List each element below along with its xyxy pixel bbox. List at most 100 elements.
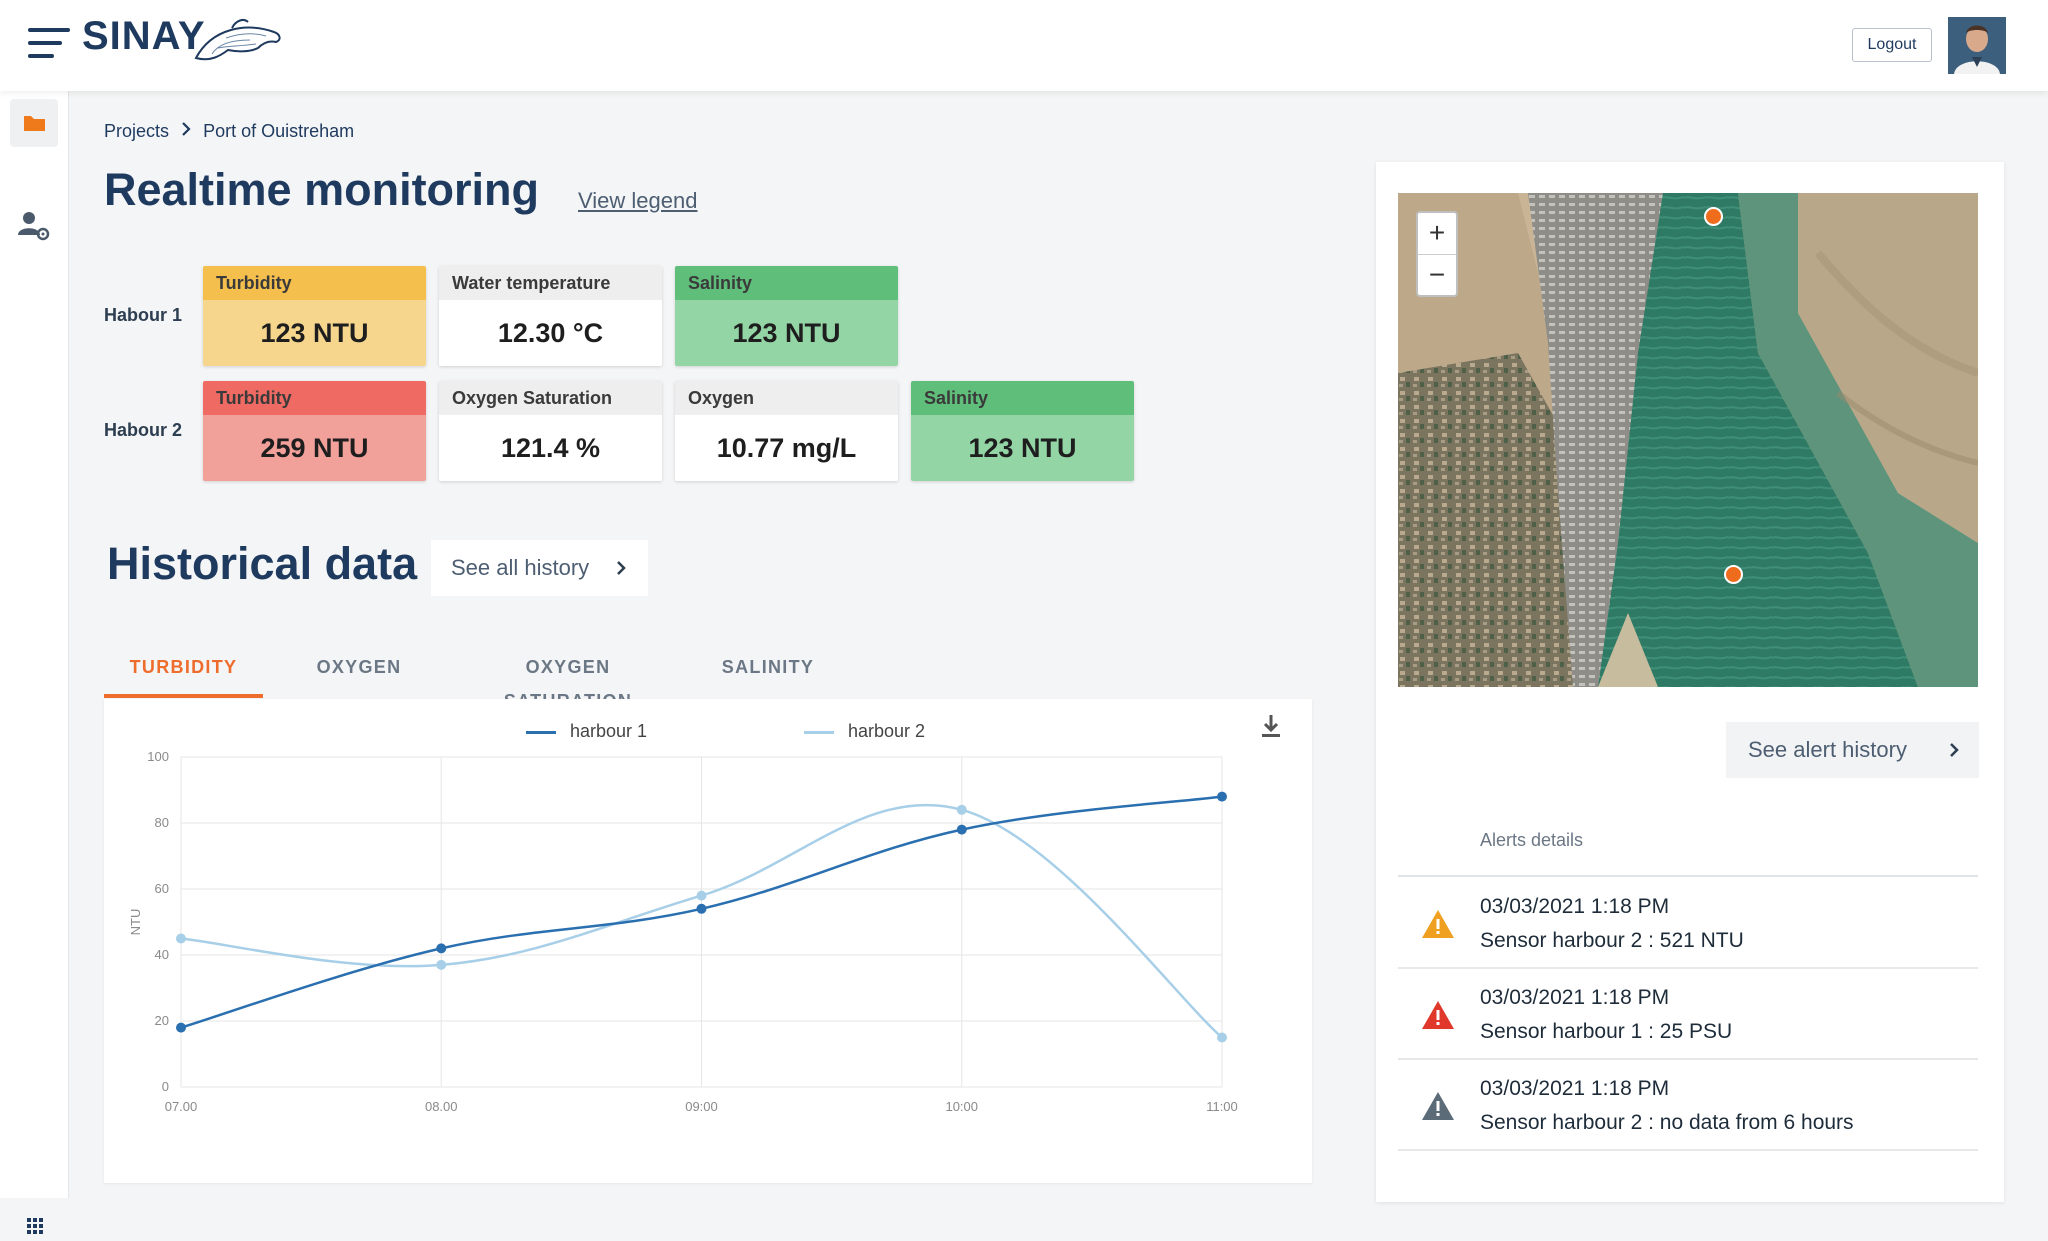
y-axis-label: NTU bbox=[128, 909, 143, 936]
tile-title: Salinity bbox=[911, 381, 1134, 415]
view-legend-link[interactable]: View legend bbox=[578, 188, 697, 214]
tile-value: 123 NTU bbox=[675, 300, 898, 366]
data-point-harbour-2 bbox=[436, 959, 447, 970]
alerts-details-title: Alerts details bbox=[1480, 830, 1584, 850]
brand-logo-text: SINAY bbox=[82, 14, 206, 58]
chart-card: harbour 1 harbour 2 0 20 40 60 80 100 07.00 08.… bbox=[104, 699, 1312, 1183]
legend-harbour-1[interactable]: harbour 1 bbox=[526, 721, 647, 742]
alert-date: 03/03/2021 1:18 PM bbox=[1480, 986, 1670, 1009]
tile-title: Salinity bbox=[675, 266, 898, 300]
tile-title: Turbidity bbox=[203, 266, 426, 300]
tile-value: 12.30 °C bbox=[439, 300, 662, 366]
alert-item[interactable]: 03/03/2021 1:18 PM Sensor harbour 2 : 52… bbox=[1398, 877, 1978, 969]
legend-swatch bbox=[526, 730, 556, 734]
tile-harbour-2-turbidity[interactable]: Turbidity 259 NTU bbox=[203, 381, 426, 481]
legend-harbour-2[interactable]: harbour 2 bbox=[804, 721, 925, 742]
sidebar-item-projects[interactable] bbox=[10, 99, 58, 147]
error-icon bbox=[1422, 1001, 1454, 1029]
zoom-control: + − bbox=[1416, 211, 1458, 297]
data-point-harbour-2 bbox=[696, 890, 707, 901]
data-point-harbour-1 bbox=[436, 943, 447, 954]
alert-item[interactable]: 03/03/2021 1:18 PM Sensor harbour 1 : 25… bbox=[1398, 968, 1978, 1060]
see-all-history-button[interactable]: See all history bbox=[431, 540, 648, 596]
tile-value: 123 NTU bbox=[911, 415, 1134, 481]
tab-salinity[interactable]: SALINITY bbox=[716, 650, 820, 698]
tile-harbour-1-turbidity[interactable]: Turbidity 123 NTU bbox=[203, 266, 426, 366]
line-chart: 0 20 40 60 80 100 07.00 08.00 09:00 10:00 11:00 NTU bbox=[128, 749, 1238, 1114]
sidebar-item-apps[interactable] bbox=[25, 1216, 45, 1241]
tile-harbour-2-salinity[interactable]: Salinity 123 NTU bbox=[911, 381, 1134, 481]
sidebar-item-user-settings[interactable] bbox=[16, 207, 52, 248]
historical-title: Historical data bbox=[107, 538, 418, 589]
no-data-icon bbox=[1422, 1092, 1454, 1120]
chevron-right-icon bbox=[614, 540, 628, 617]
legend-swatch bbox=[804, 730, 834, 734]
see-alert-history-label: See alert history bbox=[1748, 737, 1907, 762]
tile-value: 123 NTU bbox=[203, 300, 426, 366]
tab-oxygen[interactable]: OXYGEN bbox=[304, 650, 414, 698]
data-point-harbour-1 bbox=[176, 1022, 186, 1033]
data-point-harbour-1 bbox=[1217, 791, 1227, 802]
dolphin-logo-icon bbox=[194, 19, 281, 61]
map[interactable]: + − bbox=[1398, 193, 1978, 687]
right-panel: + − See alert history Alerts details 03/… bbox=[1376, 162, 2004, 1202]
tile-title: Oxygen bbox=[675, 381, 898, 415]
data-point-harbour-1 bbox=[956, 824, 967, 835]
tile-harbour-1-water-temperature[interactable]: Water temperature 12.30 °C bbox=[439, 266, 662, 366]
harbour-1-label: Habour 1 bbox=[104, 305, 183, 325]
map-marker-harbour-1[interactable] bbox=[1704, 207, 1723, 226]
top-bar: SINAY Logout bbox=[0, 0, 2048, 91]
y-tick-label: 20 bbox=[155, 1013, 169, 1028]
tile-title: Oxygen Saturation bbox=[439, 381, 662, 415]
chevron-right-icon bbox=[180, 121, 192, 142]
tab-turbidity[interactable]: TURBIDITY bbox=[104, 650, 263, 698]
y-tick-label: 0 bbox=[162, 1079, 169, 1094]
apps-grid-icon bbox=[27, 1218, 43, 1234]
see-alert-history-button[interactable]: See alert history bbox=[1726, 722, 1979, 778]
zoom-out-button[interactable]: − bbox=[1418, 255, 1456, 296]
alert-item[interactable]: 03/03/2021 1:18 PM Sensor harbour 2 : no… bbox=[1398, 1059, 1978, 1151]
tile-title: Turbidity bbox=[203, 381, 426, 415]
legend-label: harbour 2 bbox=[848, 721, 926, 741]
alert-date: 03/03/2021 1:18 PM bbox=[1480, 1077, 1670, 1100]
tile-value: 121.4 % bbox=[439, 415, 662, 481]
logout-button[interactable]: Logout bbox=[1852, 28, 1932, 62]
legend-label: harbour 1 bbox=[570, 721, 648, 741]
tile-value: 10.77 mg/L bbox=[675, 415, 898, 481]
chevron-right-icon bbox=[1947, 722, 1961, 799]
x-tick-label: 11:00 bbox=[1206, 1099, 1238, 1114]
user-settings-icon bbox=[18, 212, 50, 241]
alert-message: Sensor harbour 1 : 25 PSU bbox=[1480, 1020, 1733, 1043]
x-tick-label: 09:00 bbox=[685, 1099, 718, 1114]
download-icon[interactable] bbox=[1256, 711, 1286, 741]
breadcrumb-projects[interactable]: Projects bbox=[104, 121, 169, 141]
tile-harbour-2-oxygen[interactable]: Oxygen 10.77 mg/L bbox=[675, 381, 898, 481]
tile-harbour-2-oxygen-saturation[interactable]: Oxygen Saturation 121.4 % bbox=[439, 381, 662, 481]
data-point-harbour-2 bbox=[176, 933, 186, 944]
avatar[interactable] bbox=[1948, 17, 2006, 74]
page-title: Realtime monitoring bbox=[104, 164, 540, 215]
data-point-harbour-2 bbox=[956, 804, 967, 815]
y-tick-label: 80 bbox=[155, 815, 169, 830]
breadcrumb: Projects Port of Ouistreham bbox=[104, 120, 354, 142]
data-point-harbour-1 bbox=[696, 903, 707, 914]
tile-value: 259 NTU bbox=[203, 415, 426, 481]
tile-title: Water temperature bbox=[439, 266, 662, 300]
data-point-harbour-2 bbox=[1217, 1032, 1227, 1043]
y-tick-label: 40 bbox=[155, 947, 169, 962]
map-marker-harbour-2[interactable] bbox=[1724, 565, 1743, 584]
alert-message: Sensor harbour 2 : no data from 6 hours bbox=[1480, 1111, 1854, 1134]
x-tick-label: 10:00 bbox=[945, 1099, 978, 1114]
tile-harbour-1-salinity[interactable]: Salinity 123 NTU bbox=[675, 266, 898, 366]
y-tick-label: 100 bbox=[147, 749, 169, 764]
tab-oxygen-saturation[interactable]: OXYGEN SATURATION bbox=[460, 650, 676, 711]
x-tick-label: 07.00 bbox=[165, 1099, 198, 1114]
alert-message: Sensor harbour 2 : 521 NTU bbox=[1480, 929, 1744, 952]
harbour-2-label: Habour 2 bbox=[104, 420, 183, 440]
zoom-in-button[interactable]: + bbox=[1418, 213, 1456, 255]
alert-date: 03/03/2021 1:18 PM bbox=[1480, 895, 1670, 918]
breadcrumb-current[interactable]: Port of Ouistreham bbox=[203, 121, 354, 141]
menu-icon[interactable] bbox=[28, 28, 70, 58]
warning-icon bbox=[1422, 910, 1454, 938]
sidebar bbox=[0, 91, 69, 1234]
